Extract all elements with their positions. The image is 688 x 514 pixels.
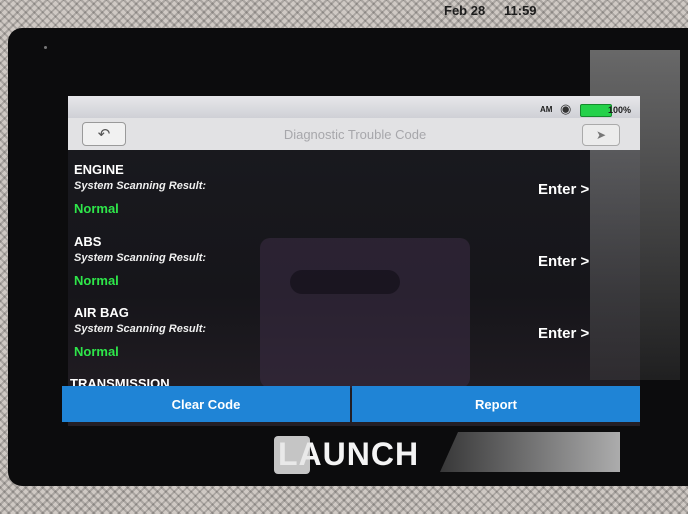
report-button[interactable]: Report — [352, 386, 640, 422]
system-status-airbag: Normal — [74, 344, 119, 359]
system-name-airbag: AIR BAG — [74, 305, 129, 320]
system-name-transmission: TRANSMISSION — [70, 376, 170, 386]
system-scan-label: System Scanning Result: — [74, 180, 207, 192]
status-ampm: AM — [540, 105, 553, 114]
phone-reflection-slot — [290, 270, 400, 294]
light-glare — [274, 436, 310, 474]
enter-button-airbag[interactable]: Enter > — [538, 325, 589, 342]
camera-dot — [44, 46, 47, 49]
page-title: Diagnostic Trouble Code — [283, 127, 427, 142]
system-status-abs: Normal — [74, 273, 119, 288]
system-name-abs: ABS — [74, 234, 102, 249]
phone-reflection — [260, 238, 470, 388]
system-scan-label: System Scanning Result: — [74, 323, 207, 335]
back-arrow-icon: ↶ — [97, 126, 111, 143]
action-button-bar: Clear Code Report — [62, 386, 640, 422]
exit-button[interactable]: ➤ — [582, 124, 620, 146]
light-glare — [440, 432, 620, 472]
system-scan-label: System Scanning Result: — [74, 252, 207, 264]
enter-button-abs[interactable]: Enter > — [538, 253, 589, 270]
wifi-icon: ◉ — [560, 101, 572, 116]
system-name-engine: ENGINE — [74, 162, 124, 177]
exit-icon: ➤ — [595, 128, 607, 142]
back-button[interactable]: ↶ — [82, 122, 126, 146]
status-time: 11:59 — [504, 3, 537, 18]
status-date: Feb 28 — [444, 3, 486, 18]
enter-button-engine[interactable]: Enter > — [538, 181, 589, 198]
clear-code-button[interactable]: Clear Code — [62, 386, 350, 422]
status-bar — [68, 96, 640, 118]
system-row-transmission: TRANSMISSION — [70, 376, 200, 386]
system-status-engine: Normal — [74, 201, 119, 216]
battery-level: 100% — [608, 105, 632, 115]
